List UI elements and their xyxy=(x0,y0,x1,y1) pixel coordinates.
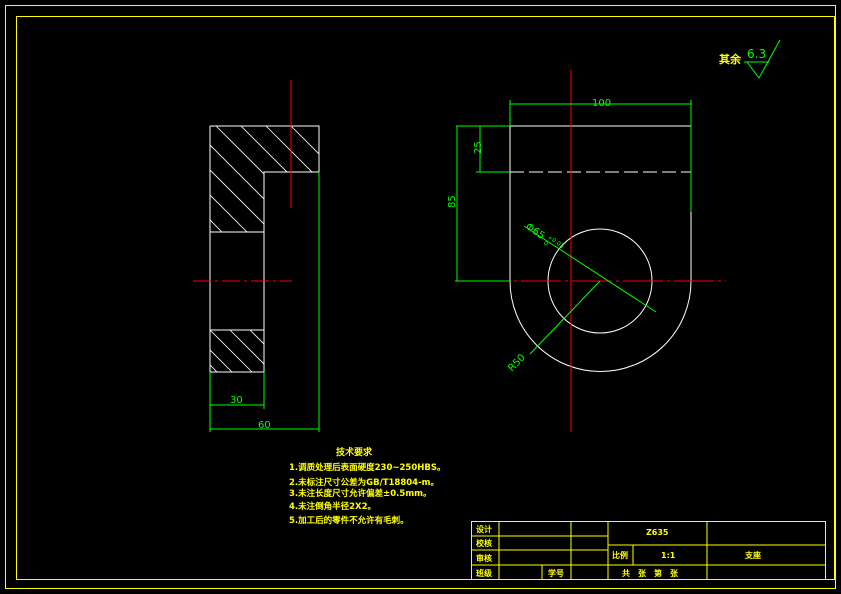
note-5: 5.加工后的零件不允许有毛刺。 xyxy=(289,515,409,526)
dim-85: 85 xyxy=(447,195,458,208)
notes-title: 技术要求 xyxy=(336,446,373,458)
outer-border xyxy=(5,5,836,589)
tb-class: 班级 xyxy=(476,568,493,578)
tb-student-no: 学号 xyxy=(548,568,564,578)
tb-sheet-info: 共 张 第 张 xyxy=(622,568,679,578)
roughness-label: 其余 xyxy=(719,52,742,66)
note-4: 4.未注倒角半径2X2。 xyxy=(289,501,376,512)
dim-hole-diameter: Φ65 +0.03 0 xyxy=(523,221,565,250)
tb-review: 审核 xyxy=(476,553,492,563)
note-1: 1.调质处理后表面硬度230~250HBS。 xyxy=(289,462,445,473)
section-view xyxy=(193,80,320,432)
hatch-top xyxy=(210,126,319,232)
dim-30: 30 xyxy=(230,395,243,406)
note-3: 3.未注长度尺寸允许偏差±0.5mm。 xyxy=(289,488,432,499)
engineering-drawing: 30 60 100 25 85 Φ65 +0.03 0 R50 其余 6.3 技… xyxy=(5,5,836,589)
dim-100: 100 xyxy=(592,98,611,109)
dim-25: 25 xyxy=(473,141,484,154)
hatch-bottom xyxy=(210,330,264,372)
tb-design: 设计 xyxy=(476,524,492,534)
svg-text:0: 0 xyxy=(542,240,549,248)
tb-material: 支座 xyxy=(744,550,761,560)
tb-scale-value: 1:1 xyxy=(661,551,676,560)
tb-part-name: Z635 xyxy=(646,528,669,537)
tb-check: 校核 xyxy=(476,538,492,548)
tb-scale-label: 比例 xyxy=(612,550,628,560)
note-2: 2.未标注尺寸公差为GB/T18804-m。 xyxy=(289,477,439,488)
dim-60: 60 xyxy=(258,420,271,431)
roughness-value: 6.3 xyxy=(747,47,766,61)
dim-r50: R50 xyxy=(506,352,528,374)
front-view xyxy=(455,70,726,432)
